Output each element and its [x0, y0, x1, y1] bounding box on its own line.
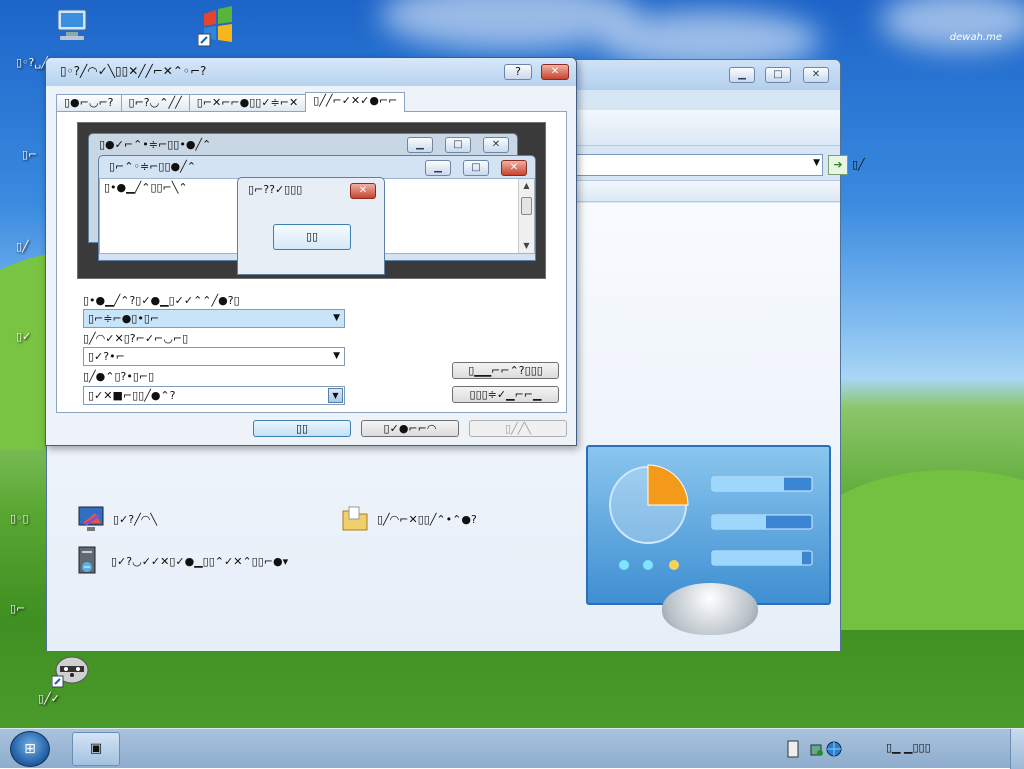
show-desktop-button[interactable]: [1010, 729, 1024, 769]
appearance-preview: ▯●✓⌐⌃•≑⌐▯▯•●╱⌃ ▁ □ ✕ ▯⌐⌃◦≑⌐▯▯●╱⌃ ▁ □ ✕ ▯…: [77, 122, 546, 279]
windows-logo-icon[interactable]: [197, 4, 238, 47]
tab-2[interactable]: ▯⌐?◡⌃╱╱: [120, 94, 190, 112]
desktop-label-4: ▯✓: [16, 330, 32, 343]
preview-window-text: ▯•●▁╱⌃▯▯⌐╲⌃: [104, 181, 188, 194]
font-label: ▯╱●⌃▯?•▯⌐▯: [83, 370, 155, 383]
appearance-settings-dialog: ▯◦?╱◠✓╲▯▯✕╱╱⌐✕⌃◦⌐? ? ✕ ▯●⌐◡⌐? ▯⌐?◡⌃╱╱ ▯⌐…: [45, 57, 577, 446]
scroll-down-icon: ▼: [523, 241, 530, 250]
preview-active-title: ▯⌐⌃◦≑⌐▯▯●╱⌃: [109, 160, 196, 173]
dialog-title: ▯◦?╱◠✓╲▯▯✕╱╱⌐✕⌃◦⌐?: [60, 64, 207, 78]
globe-icon[interactable]: [826, 739, 842, 759]
raccoon-icon[interactable]: [51, 650, 92, 690]
personalization-illustration: [586, 445, 831, 605]
help-button[interactable]: ?: [504, 64, 532, 80]
computer-tower-icon: [78, 546, 96, 574]
cp-item-power-label: ▯✓?◡✓✓✕▯✓●▁▯▯⌃✓✕⌃▯▯⌐●▾: [111, 554, 289, 568]
tab-3[interactable]: ▯⌐✕⌐⌐●▯▯✓≑⌐✕: [188, 94, 307, 112]
chevron-down-icon: ▼: [333, 351, 340, 361]
start-button[interactable]: ⊞: [10, 731, 50, 767]
preview-maximize-button: □: [445, 137, 471, 153]
item-select-value: ▯⌐≑⌐●▯•▯⌐: [88, 312, 160, 325]
folder-icon: [342, 506, 368, 531]
preview-active-close-button: ✕: [501, 160, 527, 176]
preview-active-minimize-button: ▁: [425, 160, 451, 176]
chevron-down-icon[interactable]: ▼: [813, 158, 820, 168]
desktop-label-3: ▯╱: [16, 240, 29, 253]
tab-1[interactable]: ▯●⌐◡⌐?: [56, 94, 122, 112]
address-bar[interactable]: ▼: [567, 154, 823, 176]
network-icon[interactable]: [808, 739, 824, 759]
desktop-label-bottom: ▯╱✓: [38, 692, 60, 705]
ok-button[interactable]: ▯▯: [253, 420, 351, 437]
side-button-1[interactable]: ▯▁▁⌐⌐⌃?▯▯▯: [452, 362, 559, 379]
chevron-down-icon: ▼: [333, 313, 340, 323]
dialog-titlebar[interactable]: ▯◦?╱◠✓╲▯▯✕╱╱⌐✕⌃◦⌐? ? ✕: [46, 58, 576, 86]
taskbar-clock[interactable]: ▯▁ ▁▯▯▯: [886, 741, 931, 754]
go-arrow-icon[interactable]: ➔: [828, 155, 848, 175]
desktop-label-5: ▯◦▯: [10, 512, 29, 525]
dialog-tabs: ▯●⌐◡⌐? ▯⌐?◡⌃╱╱ ▯⌐✕⌐⌐●▯▯✓≑⌐✕ ▯╱╱⌐✓✕✓●⌐⌐: [56, 92, 406, 112]
toolbar-strip: [567, 180, 840, 202]
color1-label: ▯╱◠✓✕▯?⌐✓⌐◡⌐▯: [83, 332, 189, 345]
scroll-thumb: [521, 197, 532, 215]
preview-minimize-button: ▁: [407, 137, 433, 153]
minimize-button[interactable]: ▁: [729, 67, 755, 83]
preview-msgbox-title: ▯⌐??✓▯▯▯: [248, 183, 303, 196]
display-icon: [78, 506, 104, 531]
cp-item-display[interactable]: ▯✓?╱◠╲: [75, 503, 157, 535]
cp-item-folders-label: ▯╱◠⌐✕▯▯╱⌃•⌃●?: [377, 512, 477, 526]
preview-inactive-title: ▯●✓⌐⌃•≑⌐▯▯•●╱⌃: [99, 138, 212, 151]
wallpaper-watermark: dewah.me: [949, 32, 1002, 43]
computer-icon[interactable]: [52, 6, 92, 46]
taskbar: ⊞ ▣ ▯▁ ▁▯▯▯: [0, 728, 1024, 769]
chevron-down-icon[interactable]: ▼: [328, 388, 343, 403]
font-select-value: ▯✓✕■⌐▯▯╱●⌃?: [88, 389, 176, 402]
side-button-2[interactable]: ▯▯▯≑✓▁⌐⌐▁: [452, 386, 559, 403]
preview-close-button: ✕: [483, 137, 509, 153]
color1-select[interactable]: ▯✓?•⌐ ▼: [83, 347, 345, 366]
maximize-button[interactable]: □: [765, 67, 791, 83]
color1-select-value: ▯✓?•⌐: [88, 350, 125, 363]
preview-scrollbar: ▲ ▼: [518, 179, 534, 253]
dome-illustration: [662, 583, 758, 635]
font-select[interactable]: ▯✓✕■⌐▯▯╱●⌃? ▼: [83, 386, 345, 405]
close-button[interactable]: ✕: [803, 67, 829, 83]
cp-item-power[interactable]: ▯✓?◡✓✓✕▯✓●▁▯▯⌃✓✕⌃▯▯⌐●▾: [73, 545, 288, 577]
cancel-button[interactable]: ▯✓●⌐⌐◠: [361, 420, 459, 437]
item-select[interactable]: ▯⌐≑⌐●▯•▯⌐ ▼: [83, 309, 345, 328]
address-extra-label: ▯╱: [852, 158, 865, 171]
scroll-up-icon: ▲: [523, 181, 530, 190]
preview-active-maximize-button: □: [463, 160, 489, 176]
dialog-close-button[interactable]: ✕: [541, 64, 569, 80]
desktop-label-2: ▯⌐: [22, 148, 38, 161]
item-label: ▯•●▁╱⌃?▯✓●▁▯✓✓⌃⌃╱●?▯: [83, 294, 240, 307]
tab-panel: ▯●✓⌐⌃•≑⌐▯▯•●╱⌃ ▁ □ ✕ ▯⌐⌃◦≑⌐▯▯●╱⌃ ▁ □ ✕ ▯…: [56, 111, 567, 413]
preview-ok-button: ▯▯: [273, 224, 351, 250]
tab-4-active[interactable]: ▯╱╱⌐✓✕✓●⌐⌐: [305, 92, 406, 112]
preview-msgbox-close-button: ✕: [350, 183, 376, 199]
desktop-label-6: ▯⌐: [10, 602, 26, 615]
taskbar-control-panel-item[interactable]: ▣: [72, 732, 120, 766]
apply-button[interactable]: ▯╱╱╲: [469, 420, 567, 437]
cp-item-folders[interactable]: ▯╱◠⌐✕▯▯╱⌃•⌃●?: [339, 503, 477, 535]
preview-message-box: ▯⌐??✓▯▯▯ ✕ ▯▯: [237, 177, 385, 275]
notification-flag-icon[interactable]: [786, 739, 802, 759]
cp-item-display-label: ▯✓?╱◠╲: [113, 512, 157, 526]
